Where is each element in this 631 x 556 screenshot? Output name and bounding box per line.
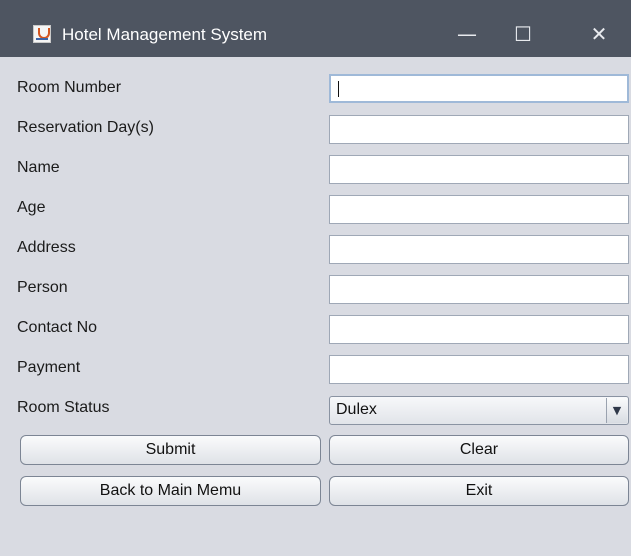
title-bar[interactable]: Hotel Management System — ☐ ✕ bbox=[0, 0, 631, 57]
room-status-value: Dulex bbox=[336, 401, 377, 418]
room-status-label: Room Status bbox=[17, 399, 110, 416]
minimize-button[interactable]: — bbox=[441, 15, 493, 53]
payment-label: Payment bbox=[17, 359, 81, 376]
exit-button[interactable]: Exit bbox=[329, 476, 629, 506]
address-field[interactable] bbox=[329, 235, 629, 264]
back-to-main-menu-button[interactable]: Back to Main Memu bbox=[20, 476, 321, 506]
room-number-label: Room Number bbox=[17, 79, 122, 96]
room-status-select[interactable]: Dulex ▼ bbox=[329, 396, 629, 425]
close-button[interactable]: ✕ bbox=[573, 15, 625, 53]
room-number-field[interactable] bbox=[329, 74, 629, 103]
java-app-icon bbox=[33, 25, 51, 43]
name-label: Name bbox=[17, 159, 60, 176]
contact-no-label: Contact No bbox=[17, 319, 98, 336]
dropdown-arrow-icon[interactable]: ▼ bbox=[606, 398, 627, 423]
maximize-button[interactable]: ☐ bbox=[497, 15, 549, 53]
name-field[interactable] bbox=[329, 155, 629, 184]
contact-no-field[interactable] bbox=[329, 315, 629, 344]
age-label: Age bbox=[17, 199, 46, 216]
window-title: Hotel Management System bbox=[62, 25, 268, 44]
reservation-days-label: Reservation Day(s) bbox=[17, 119, 154, 136]
person-label: Person bbox=[17, 279, 68, 296]
payment-field[interactable] bbox=[329, 355, 629, 384]
address-label: Address bbox=[17, 239, 76, 256]
reservation-days-field[interactable] bbox=[329, 115, 629, 144]
age-field[interactable] bbox=[329, 195, 629, 224]
clear-button[interactable]: Clear bbox=[329, 435, 629, 465]
submit-button[interactable]: Submit bbox=[20, 435, 321, 465]
person-field[interactable] bbox=[329, 275, 629, 304]
text-caret bbox=[338, 81, 339, 97]
